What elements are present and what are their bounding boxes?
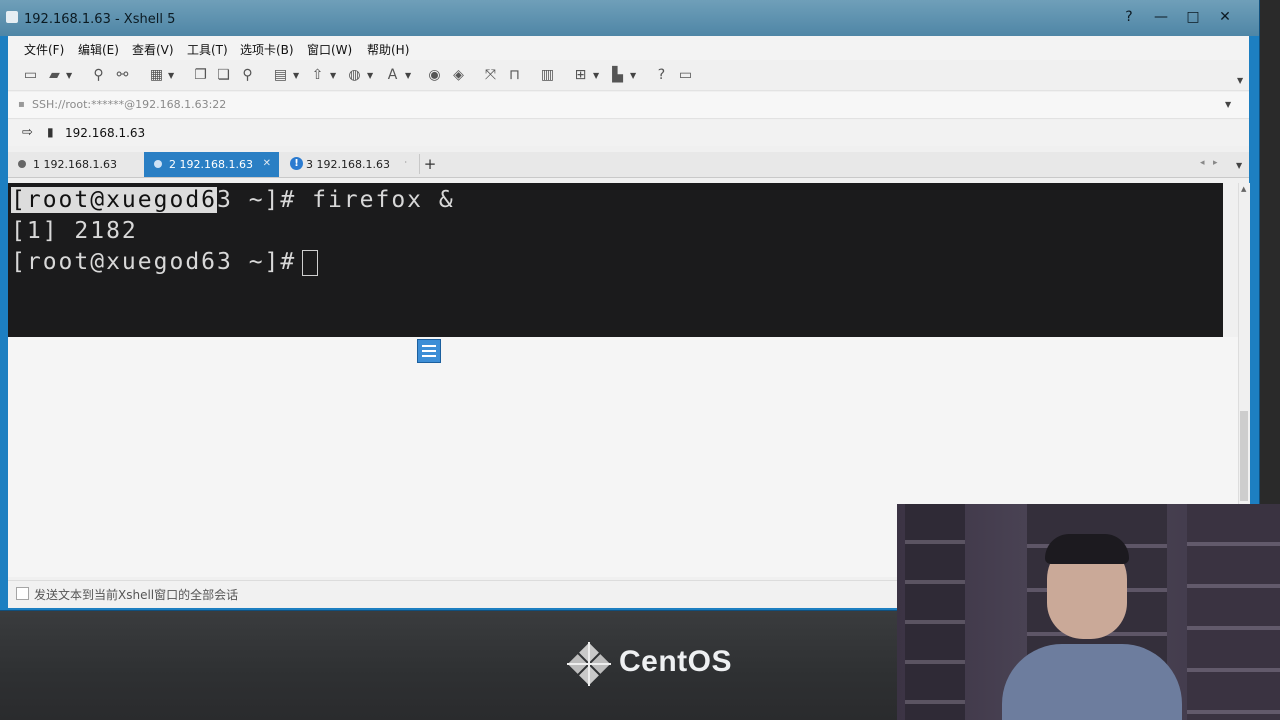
address-bar[interactable]: ▪ SSH://root:******@192.168.1.63:22 ▼ bbox=[8, 92, 1249, 119]
window-title: 192.168.1.63 - Xshell 5 bbox=[24, 12, 176, 27]
session-link[interactable]: 192.168.1.63 bbox=[65, 126, 145, 140]
person-hair bbox=[1045, 534, 1129, 564]
terminal-line-1: [root@xuegod63 ~]# firefox & bbox=[11, 187, 455, 213]
menu-file[interactable]: 文件(F) bbox=[24, 41, 64, 58]
menu-edit[interactable]: 编辑(E) bbox=[78, 41, 119, 58]
session-arrow-icon[interactable]: ⇨ bbox=[22, 125, 33, 140]
xftp-icon[interactable]: ◉ bbox=[426, 67, 443, 84]
menu-tools[interactable]: 工具(T) bbox=[187, 41, 228, 58]
address-dropdown-icon[interactable]: ▼ bbox=[1225, 100, 1231, 109]
tab-scroll-right-icon[interactable]: ▸ bbox=[1213, 158, 1218, 168]
toolbar: ▭ ▰ ▼ ⚲ ⚯ ▦ ▼ ❐ ❏ ⚲ ▤ ▼ ⇧ ▼ ◍ ▼ A ▼ ◉ ◈ … bbox=[8, 62, 1249, 91]
tab-status-icon bbox=[18, 160, 26, 168]
tab-label: 3 192.168.1.63 bbox=[306, 158, 390, 171]
menu-tabs[interactable]: 选项卡(B) bbox=[240, 41, 294, 58]
menu-window[interactable]: 窗口(W) bbox=[307, 41, 352, 58]
centos-brand-text: CentOS bbox=[619, 645, 733, 678]
app-icon bbox=[6, 11, 18, 23]
address-text: SSH://root:******@192.168.1.63:22 bbox=[32, 98, 227, 111]
terminal-command: 3 ~]# firefox & bbox=[217, 187, 455, 213]
bookshelf-right bbox=[1187, 504, 1280, 720]
new-session-icon[interactable]: ▭ bbox=[22, 67, 39, 84]
help-button[interactable]: ? bbox=[1118, 8, 1140, 26]
minimize-button[interactable]: — bbox=[1150, 8, 1172, 26]
terminal-line-3: [root@xuegod63 ~]# bbox=[11, 249, 319, 276]
terminal-line-2: [1] 2182 bbox=[11, 218, 138, 244]
menu-help[interactable]: 帮助(H) bbox=[367, 41, 409, 58]
font-dropdown-icon[interactable]: ▼ bbox=[405, 71, 411, 80]
terminal-prompt: [root@xuegod63 ~]# bbox=[11, 249, 297, 275]
find-icon[interactable]: ⚲ bbox=[239, 67, 256, 84]
globe-icon[interactable]: ◍ bbox=[346, 67, 363, 84]
layout-icon[interactable]: ▙ bbox=[609, 67, 626, 84]
session-bar: ⇨ ▮ 192.168.1.63 bbox=[8, 120, 1249, 146]
bookmark-icon: ▮ bbox=[47, 125, 54, 139]
bookshelf-left bbox=[905, 504, 965, 720]
terminal-cursor bbox=[302, 249, 319, 276]
person-shirt bbox=[1002, 644, 1182, 720]
new-tab-dropdown-icon[interactable]: ▼ bbox=[593, 71, 599, 80]
add-tab-icon[interactable]: + bbox=[419, 154, 440, 174]
tab-list-dropdown-icon[interactable]: ▼ bbox=[1236, 161, 1242, 170]
tab-session-3[interactable]: ! 3 192.168.1.63 · bbox=[281, 152, 415, 177]
open-dropdown-icon[interactable]: ▼ bbox=[66, 71, 72, 80]
lock-address-icon: ▪ bbox=[18, 99, 25, 110]
centos-logo-icon bbox=[567, 642, 611, 686]
session-tabs: 1 192.168.1.63 2 192.168.1.63 ✕ ! 3 192.… bbox=[8, 152, 1249, 178]
connect-icon[interactable]: ⚲ bbox=[90, 67, 107, 84]
lock-icon[interactable]: ⊓ bbox=[506, 67, 523, 84]
tab-warning-icon: ! bbox=[290, 157, 303, 170]
tab-more-icon[interactable]: · bbox=[404, 158, 407, 167]
title-bar[interactable]: 192.168.1.63 - Xshell 5 ? — □ ✕ bbox=[0, 0, 1259, 36]
maximize-button[interactable]: □ bbox=[1182, 8, 1204, 26]
disconnect-icon[interactable]: ⚯ bbox=[114, 67, 131, 84]
tab-scroll-left-icon[interactable]: ◂ bbox=[1200, 158, 1205, 168]
transfer-dropdown-icon[interactable]: ▼ bbox=[330, 71, 336, 80]
scroll-up-icon[interactable]: ▲ bbox=[1241, 185, 1246, 193]
copy-icon[interactable]: ❐ bbox=[192, 67, 209, 84]
xmanager-icon[interactable]: ◈ bbox=[450, 67, 467, 84]
transfer-icon[interactable]: ⇧ bbox=[309, 67, 326, 84]
help-icon[interactable]: ? bbox=[653, 67, 670, 84]
open-folder-icon[interactable]: ▰ bbox=[46, 67, 63, 84]
globe-dropdown-icon[interactable]: ▼ bbox=[367, 71, 373, 80]
new-tab-icon[interactable]: ⊞ bbox=[572, 67, 589, 84]
selected-text: [root@xuegod6 bbox=[11, 187, 218, 213]
send-to-all-label: 发送文本到当前Xshell窗口的全部会话 bbox=[34, 588, 239, 602]
font-icon[interactable]: A bbox=[384, 67, 401, 84]
scroll-thumb[interactable] bbox=[1240, 411, 1248, 501]
terminal[interactable]: [root@xuegod63 ~]# firefox & [1] 2182 [r… bbox=[8, 183, 1223, 337]
menu-view[interactable]: 查看(V) bbox=[132, 41, 174, 58]
tab-session-2[interactable]: 2 192.168.1.63 ✕ bbox=[144, 152, 279, 177]
paste-icon[interactable]: ❏ bbox=[215, 67, 232, 84]
keyboard-icon[interactable]: ▥ bbox=[539, 67, 556, 84]
tab-status-icon bbox=[154, 160, 162, 168]
fullscreen-icon[interactable]: ⤧ bbox=[482, 67, 499, 84]
compose-pane-icon[interactable] bbox=[417, 339, 441, 363]
toolbar-overflow-icon[interactable]: ▼ bbox=[1237, 76, 1243, 85]
print-dropdown-icon[interactable]: ▼ bbox=[293, 71, 299, 80]
webcam-overlay bbox=[897, 504, 1280, 720]
menu-bar: 文件(F) 编辑(E) 查看(V) 工具(T) 选项卡(B) 窗口(W) 帮助(… bbox=[8, 36, 1249, 60]
tab-label: 1 192.168.1.63 bbox=[33, 158, 117, 171]
close-button[interactable]: ✕ bbox=[1214, 8, 1236, 26]
tab-close-icon[interactable]: ✕ bbox=[263, 158, 271, 169]
send-to-all-checkbox[interactable] bbox=[16, 587, 29, 600]
tab-label: 2 192.168.1.63 bbox=[169, 158, 253, 171]
properties-dropdown-icon[interactable]: ▼ bbox=[168, 71, 174, 80]
layout-dropdown-icon[interactable]: ▼ bbox=[630, 71, 636, 80]
tab-session-1[interactable]: 1 192.168.1.63 bbox=[8, 152, 142, 177]
chat-icon[interactable]: ▭ bbox=[677, 67, 694, 84]
properties-icon[interactable]: ▦ bbox=[148, 67, 165, 84]
print-icon[interactable]: ▤ bbox=[272, 67, 289, 84]
